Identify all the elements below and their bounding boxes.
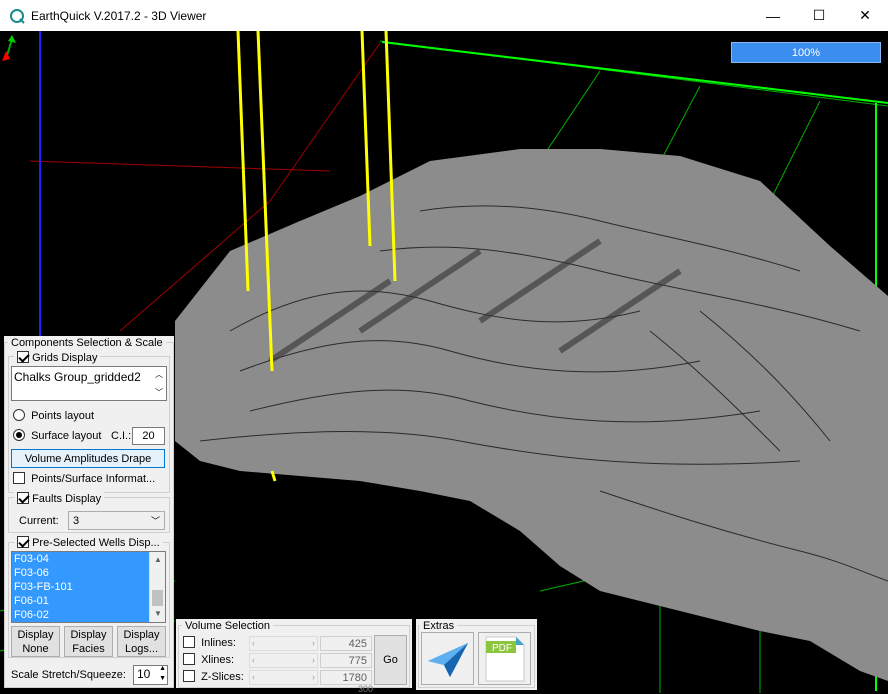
display-logs-line2: Logs... xyxy=(124,642,159,655)
well-item[interactable]: F03-06 xyxy=(12,566,165,580)
slider-left-icon: ‹ xyxy=(252,672,255,682)
surface-layout-label: Surface layout xyxy=(31,430,102,442)
inlines-checkbox[interactable] xyxy=(183,636,195,648)
slider-left-icon: ‹ xyxy=(252,638,255,648)
display-facies-line2: Facies xyxy=(72,642,105,655)
display-facies-line1: Display xyxy=(70,628,107,641)
display-none-line2: None xyxy=(22,642,49,655)
scroll-up-icon[interactable]: ▲ xyxy=(150,552,165,568)
display-logs-line1: Display xyxy=(123,628,160,641)
inlines-value[interactable]: 425 xyxy=(320,636,372,651)
scroll-thumb[interactable] xyxy=(152,590,163,606)
slider-right-icon: › xyxy=(312,672,315,682)
zslices-checkbox[interactable] xyxy=(183,670,195,682)
export-pdf-button[interactable]: PDF xyxy=(478,632,531,685)
grids-display-checkbox[interactable] xyxy=(17,351,29,363)
ci-value: 20 xyxy=(142,430,155,442)
well-item[interactable]: F03-04 xyxy=(12,552,165,566)
grids-header: Grids Display xyxy=(14,351,101,364)
ci-input[interactable]: 20 xyxy=(132,427,165,445)
minimize-button[interactable]: — xyxy=(750,0,796,31)
well-item[interactable]: F03-FB-101 xyxy=(12,580,165,594)
zslices-option[interactable]: Z-Slices: xyxy=(183,670,244,683)
wells-display-checkbox[interactable] xyxy=(17,536,29,548)
grid-scroll-up-icon[interactable]: ︿ xyxy=(155,369,163,380)
maximize-button[interactable]: ☐ xyxy=(796,0,842,31)
extras-title: Extras xyxy=(420,620,458,632)
points-layout-label: Points layout xyxy=(31,410,95,422)
progress-label: 100% xyxy=(791,46,821,59)
points-layout-option[interactable]: Points layout xyxy=(13,409,94,422)
well-item[interactable]: F06-02 xyxy=(12,608,165,622)
xlines-value[interactable]: 775 xyxy=(320,653,372,668)
display-logs-button[interactable]: Display Logs... xyxy=(117,626,166,657)
scale-spinner[interactable]: 10 ▲ ▼ xyxy=(133,665,168,685)
faults-header: Faults Display xyxy=(14,492,105,505)
grids-display-label: Grids Display xyxy=(32,352,98,364)
scale-label: Scale Stretch/Squeeze: xyxy=(11,669,126,681)
slider-right-icon: › xyxy=(312,655,315,665)
grid-scroll-down-icon[interactable]: ﹀ xyxy=(155,387,163,398)
zslices-value[interactable]: 1780 xyxy=(320,670,372,685)
send-button[interactable] xyxy=(421,632,474,685)
faults-current-dropdown[interactable]: 3 ﹀ xyxy=(68,511,165,530)
points-layout-radio[interactable] xyxy=(13,409,25,421)
inlines-slider[interactable]: ‹ › xyxy=(249,636,318,651)
wells-list[interactable]: F03-04 F03-06 F03-FB-101 F06-01 F06-02 ▲… xyxy=(11,551,166,623)
slider-left-icon: ‹ xyxy=(252,655,255,665)
scroll-down-icon[interactable]: ▼ xyxy=(150,606,165,622)
scale-value: 10 xyxy=(137,667,151,681)
components-title: Components Selection & Scale xyxy=(8,337,166,349)
volume-title: Volume Selection xyxy=(182,620,273,632)
pdf-icon: PDF xyxy=(485,636,524,681)
display-none-button[interactable]: Display None xyxy=(11,626,60,657)
ci-label: C.I.: xyxy=(111,430,132,442)
points-info-option[interactable]: Points/Surface Informat... xyxy=(13,472,155,485)
volume-amplitudes-drape-button[interactable]: Volume Amplitudes Drape xyxy=(11,449,165,468)
pdf-icon-label: PDF xyxy=(492,643,512,654)
faults-display-label: Faults Display xyxy=(32,493,102,505)
window-title: EarthQuick V.2017.2 - 3D Viewer xyxy=(31,8,207,23)
faults-current-label: Current: xyxy=(19,515,59,527)
inlines-option[interactable]: Inlines: xyxy=(183,636,236,649)
wells-scrollbar[interactable]: ▲ ▼ xyxy=(149,552,165,622)
display-none-line1: Display xyxy=(17,628,54,641)
wells-display-label: Pre-Selected Wells Disp... xyxy=(32,537,160,549)
paper-plane-icon xyxy=(427,642,468,677)
wells-header: Pre-Selected Wells Disp... xyxy=(14,536,163,549)
xlines-option[interactable]: Xlines: xyxy=(183,653,234,666)
xlines-checkbox[interactable] xyxy=(183,653,195,665)
close-button[interactable]: ✕ xyxy=(842,0,888,31)
zslices-label: Z-Slices: xyxy=(201,671,244,683)
grid-selection-value: Chalks Group_gridded2 xyxy=(14,370,141,384)
slider-right-icon: › xyxy=(312,638,315,648)
render-progress-bar: 100% xyxy=(731,42,881,63)
go-button[interactable]: Go xyxy=(374,635,407,685)
points-info-checkbox[interactable] xyxy=(13,472,25,484)
xlines-label: Xlines: xyxy=(201,654,235,666)
points-info-label: Points/Surface Informat... xyxy=(31,473,156,485)
well-item[interactable]: F06-01 xyxy=(12,594,165,608)
chevron-down-icon: ﹀ xyxy=(150,516,160,526)
spin-up-icon[interactable]: ▲ xyxy=(159,665,166,672)
spin-down-icon[interactable]: ▼ xyxy=(159,675,166,682)
inlines-label: Inlines: xyxy=(201,637,236,649)
zslices-slider[interactable]: ‹ › xyxy=(249,670,318,685)
surface-layout-radio[interactable] xyxy=(13,429,25,441)
app-logo-icon xyxy=(10,8,25,24)
faults-display-checkbox[interactable] xyxy=(17,492,29,504)
grid-selection-box[interactable]: Chalks Group_gridded2 ︿ ﹀ xyxy=(11,366,167,401)
xlines-slider[interactable]: ‹ › xyxy=(249,653,318,668)
surface-layout-option[interactable]: Surface layout xyxy=(13,429,101,442)
faults-current-value: 3 xyxy=(73,515,80,527)
title-bar: EarthQuick V.2017.2 - 3D Viewer — ☐ ✕ xyxy=(0,0,888,31)
orientation-axes-icon xyxy=(2,35,16,61)
display-facies-button[interactable]: Display Facies xyxy=(64,626,113,657)
